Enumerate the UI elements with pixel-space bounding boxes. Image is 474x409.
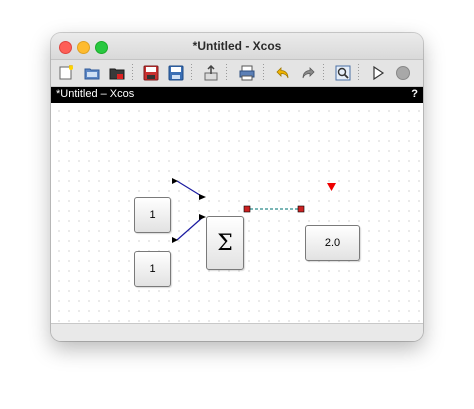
- toolbar-separator: [191, 64, 192, 82]
- zoom-fit-icon: [335, 65, 351, 80]
- open-folder-icon: [84, 68, 100, 79]
- document-header: *Untitled – Xcos ?: [51, 87, 423, 103]
- help-button[interactable]: ?: [411, 88, 418, 100]
- save-button[interactable]: [141, 63, 161, 82]
- xcos-window: *Untitled - Xcos *Untitled – Xcos ? 1 1 …: [51, 33, 423, 341]
- toolbar: [51, 60, 423, 87]
- sum-symbol: Σ: [217, 230, 233, 256]
- toolbar-separator: [323, 64, 324, 82]
- const2-output-port: [172, 237, 178, 243]
- save-as-button[interactable]: [166, 63, 186, 82]
- new-diagram-icon: [59, 64, 73, 79]
- open-file-icon: [109, 68, 125, 79]
- status-bar: [51, 323, 423, 341]
- save-icon: [143, 65, 159, 80]
- toolbar-separator: [132, 64, 133, 82]
- open-file-button[interactable]: [107, 63, 127, 82]
- sum-block[interactable]: Σ: [206, 216, 244, 270]
- toolbar-separator: [358, 64, 359, 82]
- print-button[interactable]: [237, 63, 257, 82]
- display-block[interactable]: 2.0: [305, 225, 360, 261]
- const1-output-port: [172, 178, 178, 184]
- sum-input-port-1: [199, 194, 206, 200]
- stop-simulation-icon: [396, 65, 410, 80]
- constant-block-2[interactable]: 1: [134, 251, 171, 287]
- save-as-icon: [168, 65, 184, 80]
- title-bar[interactable]: *Untitled - Xcos: [51, 33, 423, 60]
- sum-output-port: [243, 205, 251, 213]
- diagram-links: [172, 178, 336, 243]
- stop-simulation-button[interactable]: [393, 63, 413, 82]
- sum-input-port-2: [199, 214, 206, 220]
- toolbar-separator: [226, 64, 227, 82]
- redo-icon: [302, 66, 315, 78]
- start-simulation-icon: [373, 65, 385, 80]
- print-icon: [239, 65, 255, 80]
- display-input-port: [297, 205, 305, 213]
- undo-button[interactable]: [273, 63, 293, 82]
- display-event-port: [327, 183, 336, 191]
- zoom-fit-button[interactable]: [333, 63, 353, 82]
- start-simulation-button[interactable]: [368, 63, 388, 82]
- redo-button[interactable]: [298, 63, 318, 82]
- constant-block-2-value: 1: [149, 263, 156, 275]
- diagram-canvas[interactable]: 1 1 Σ 2.0: [51, 103, 423, 323]
- constant-block-1-value: 1: [149, 209, 156, 221]
- link-const2-to-sum[interactable]: [176, 216, 204, 241]
- undo-icon: [276, 66, 289, 78]
- export-button[interactable]: [201, 63, 221, 82]
- display-block-value: 2.0: [324, 237, 341, 249]
- new-diagram-button[interactable]: [56, 63, 76, 82]
- constant-block-1[interactable]: 1: [134, 197, 171, 233]
- export-icon: [204, 64, 218, 80]
- open-button[interactable]: [82, 63, 102, 82]
- window-title: *Untitled - Xcos: [192, 39, 282, 53]
- toolbar-separator: [263, 64, 264, 82]
- document-name: *Untitled – Xcos: [56, 88, 135, 100]
